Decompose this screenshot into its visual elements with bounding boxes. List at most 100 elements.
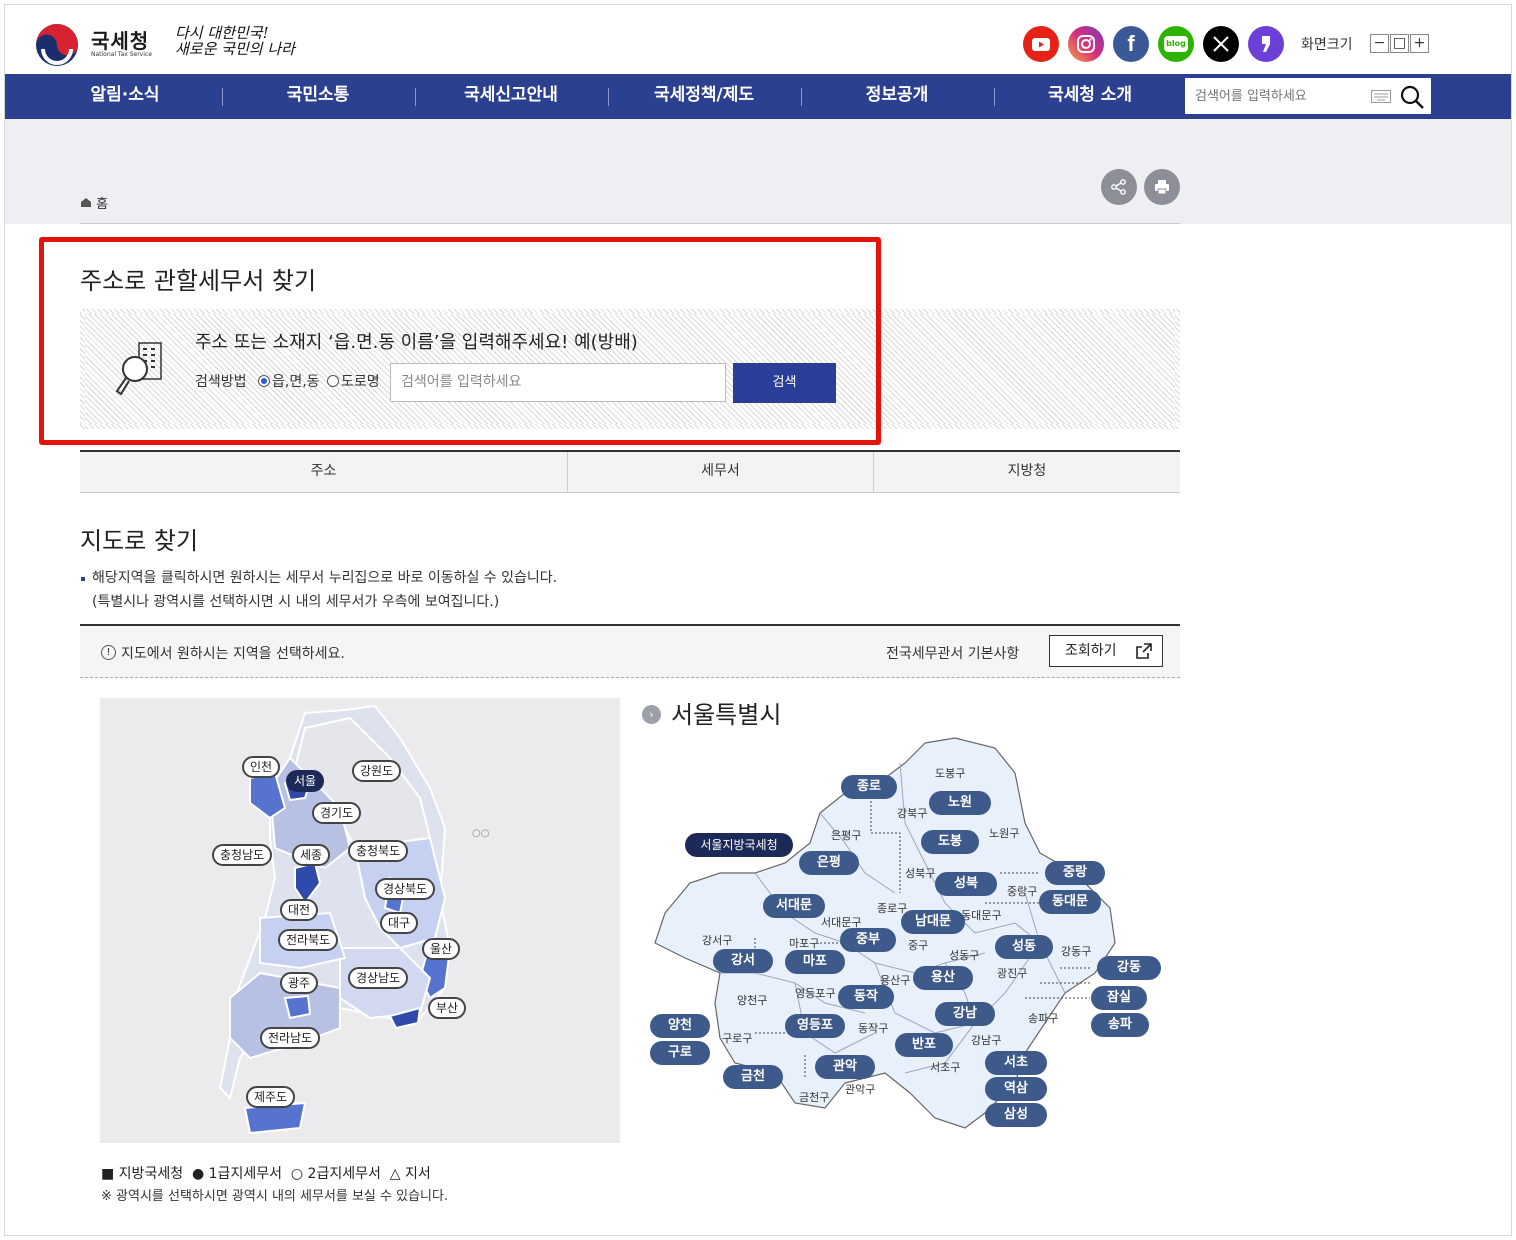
office-dobong[interactable]: 도봉: [921, 830, 979, 854]
facebook-icon[interactable]: f: [1113, 26, 1149, 62]
district-dongjak[interactable]: 동작구: [858, 1020, 888, 1036]
office-jamsil[interactable]: 잠실: [1091, 986, 1147, 1010]
district-dongdaemun[interactable]: 동대문구: [961, 907, 1001, 923]
breadcrumb-home[interactable]: 홈: [96, 197, 108, 212]
office-gangnam[interactable]: 강남: [935, 1002, 995, 1026]
gnb-item-tax-filing[interactable]: 국세신고안내: [421, 74, 601, 119]
gnb-item-about[interactable]: 국세청 소개: [1000, 74, 1180, 119]
office-seodaemun[interactable]: 서대문: [763, 894, 825, 918]
office-yeoksam[interactable]: 역삼: [985, 1077, 1047, 1101]
district-dobong[interactable]: 도봉구: [935, 765, 965, 781]
region-chungbuk[interactable]: 충청북도: [348, 840, 409, 862]
office-jungnang[interactable]: 중랑: [1045, 861, 1105, 885]
district-seocho[interactable]: 서초구: [930, 1059, 960, 1075]
office-gangseo[interactable]: 강서: [713, 949, 773, 973]
taegeuk-logo-icon[interactable]: [35, 23, 79, 67]
district-jung[interactable]: 중구: [908, 937, 928, 953]
region-ulsan[interactable]: 울산: [422, 938, 461, 960]
office-dongjak[interactable]: 동작: [838, 985, 894, 1009]
office-eunpyeong[interactable]: 은평: [799, 851, 859, 875]
district-yongsan[interactable]: 용산구: [880, 972, 910, 988]
tab-address[interactable]: 주소: [80, 452, 568, 493]
tab-tax-office[interactable]: 세무서: [568, 452, 874, 493]
district-geumcheon[interactable]: 금천구: [799, 1089, 829, 1105]
district-jungnang[interactable]: 중랑구: [1007, 883, 1037, 899]
region-daegu[interactable]: 대구: [380, 912, 419, 934]
office-mapo[interactable]: 마포: [785, 950, 845, 974]
district-gwangjin[interactable]: 광진구: [997, 965, 1027, 981]
office-samseong[interactable]: 삼성: [985, 1103, 1047, 1127]
district-yangcheon[interactable]: 양천구: [737, 992, 767, 1008]
tab-regional-office[interactable]: 지방청: [874, 452, 1180, 493]
office-guro[interactable]: 구로: [650, 1041, 710, 1065]
region-gangwon[interactable]: 강원도: [352, 760, 402, 782]
print-button[interactable]: [1144, 169, 1180, 205]
region-gyeongnam[interactable]: 경상남도: [348, 967, 409, 989]
office-nowon[interactable]: 노원: [929, 791, 991, 815]
x-icon[interactable]: [1203, 26, 1239, 62]
district-seongdong[interactable]: 성동구: [949, 947, 979, 963]
office-songpa[interactable]: 송파: [1091, 1013, 1149, 1037]
district-songpa[interactable]: 송파구: [1028, 1010, 1058, 1026]
district-gangbuk[interactable]: 강북구: [897, 805, 927, 821]
region-gyeongbuk[interactable]: 경상북도: [375, 878, 436, 900]
office-seongdong[interactable]: 성동: [995, 935, 1053, 959]
search-icon[interactable]: [1399, 84, 1425, 110]
region-daejeon[interactable]: 대전: [280, 899, 319, 921]
gnb-divider: [801, 88, 802, 106]
region-jeonbuk[interactable]: 전라북도: [278, 929, 339, 951]
district-guro[interactable]: 구로구: [722, 1030, 752, 1046]
view-button[interactable]: 조회하기: [1049, 635, 1163, 667]
district-gangseo[interactable]: 강서구: [702, 932, 732, 948]
region-seoul[interactable]: 서울: [286, 770, 325, 792]
office-banpo[interactable]: 반포: [895, 1033, 953, 1057]
font-increase-button[interactable]: +: [1410, 34, 1429, 53]
gnb-item-policy[interactable]: 국세정책/제도: [614, 74, 794, 119]
office-jongno[interactable]: 종로: [841, 775, 897, 799]
district-mapo[interactable]: 마포구: [789, 935, 819, 951]
district-gangnam[interactable]: 강남구: [971, 1032, 1001, 1048]
region-busan[interactable]: 부산: [428, 997, 467, 1019]
logo-text[interactable]: 국세청: [91, 25, 149, 54]
office-jungbu[interactable]: 중부: [840, 928, 896, 952]
gnb-search-input[interactable]: [1185, 78, 1365, 114]
office-yongsan[interactable]: 용산: [913, 966, 973, 990]
office-geumcheon[interactable]: 금천: [723, 1065, 783, 1089]
office-gwanak[interactable]: 관악: [815, 1055, 875, 1079]
youtube-icon[interactable]: [1023, 26, 1059, 62]
kakao-story-icon[interactable]: [1248, 26, 1284, 62]
office-yangcheon[interactable]: 양천: [650, 1014, 710, 1038]
region-incheon[interactable]: 인천: [242, 756, 281, 778]
district-nowon[interactable]: 노원구: [989, 825, 1019, 841]
office-seongbuk[interactable]: 성북: [935, 872, 997, 896]
district-gwanak[interactable]: 관악구: [845, 1081, 875, 1097]
office-dongdaemun[interactable]: 동대문: [1039, 890, 1101, 914]
keyboard-icon[interactable]: [1371, 90, 1391, 103]
district-gangdong[interactable]: 강동구: [1061, 943, 1091, 959]
district-seongbuk[interactable]: 성북구: [905, 865, 935, 881]
district-yeongdeungpo[interactable]: 영등포구: [795, 985, 835, 1001]
font-decrease-button[interactable]: −: [1370, 34, 1389, 53]
district-eunpyeong[interactable]: 은평구: [831, 827, 861, 843]
office-seocho[interactable]: 서초: [985, 1051, 1047, 1075]
gnb-item-communication[interactable]: 국민소통: [228, 74, 408, 119]
instagram-icon[interactable]: [1068, 26, 1104, 62]
office-yeongdeungpo[interactable]: 영등포: [785, 1014, 845, 1038]
district-jongno[interactable]: 종로구: [877, 900, 907, 916]
office-namdaemun[interactable]: 남대문: [901, 910, 965, 934]
district-seodaemun[interactable]: 서대문구: [821, 914, 861, 930]
region-sejong[interactable]: 세종: [292, 844, 331, 866]
share-button[interactable]: [1101, 169, 1137, 205]
region-gyeonggi[interactable]: 경기도: [312, 802, 362, 824]
region-gwangju[interactable]: 광주: [280, 972, 319, 994]
gnb-item-disclosure[interactable]: 정보공개: [807, 74, 987, 119]
region-jeju[interactable]: 제주도: [246, 1086, 296, 1108]
home-icon[interactable]: [80, 197, 92, 208]
gnb-item-news[interactable]: 알림·소식: [35, 74, 215, 119]
font-reset-button[interactable]: □: [1390, 34, 1409, 53]
blog-icon[interactable]: blog: [1158, 26, 1194, 62]
office-gangdong[interactable]: 강동: [1097, 956, 1161, 980]
office-seoul-regional[interactable]: 서울지방국세청: [685, 833, 793, 857]
region-chungnam[interactable]: 충청남도: [212, 844, 273, 866]
region-jeonnam[interactable]: 전라남도: [260, 1027, 321, 1049]
